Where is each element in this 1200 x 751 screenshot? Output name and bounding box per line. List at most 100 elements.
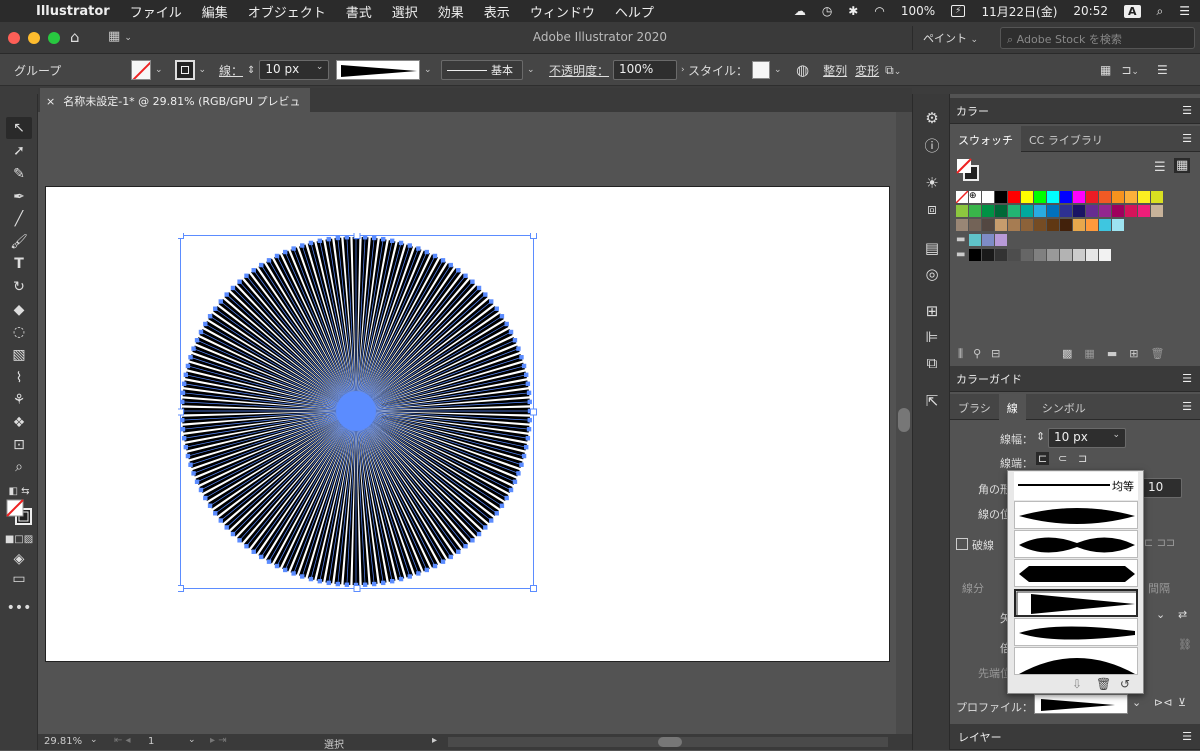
style-dropdown-icon[interactable]: ⌄	[774, 65, 782, 75]
swatch[interactable]	[995, 249, 1007, 261]
search-icon[interactable]: ⌕	[1157, 4, 1164, 19]
artboard-number-input[interactable]: 1	[148, 736, 154, 747]
status-arrow-icon[interactable]: ▸	[432, 735, 437, 746]
layers-panel-header[interactable]: レイヤー ☰	[950, 724, 1200, 750]
swatch[interactable]	[969, 249, 981, 261]
profile-select[interactable]	[1034, 694, 1128, 714]
swatch[interactable]	[982, 219, 994, 231]
color-mode-icons[interactable]: ■□▨	[5, 528, 33, 550]
miter-limit-input[interactable]: 10	[1142, 478, 1182, 498]
transform-button[interactable]: 変形	[855, 62, 879, 79]
time-label[interactable]: 20:52	[1073, 4, 1108, 18]
swatch[interactable]	[1060, 205, 1072, 217]
show-swatch-kinds-icon[interactable]: ⚲	[973, 347, 981, 361]
swatch[interactable]	[1034, 249, 1046, 261]
swatch[interactable]	[1086, 191, 1098, 203]
date-label[interactable]: 11月22日(金)	[981, 3, 1057, 20]
swatch-none[interactable]	[955, 190, 969, 204]
tab-stroke[interactable]: 線	[998, 393, 1026, 420]
stroke-weight-stepper-icon[interactable]: ⇕	[247, 65, 255, 76]
menu-file[interactable]: ファイル	[130, 2, 182, 21]
transparency-panel-icon[interactable]: ◎	[920, 265, 944, 287]
control-center-icon[interactable]: ☰	[1179, 4, 1190, 18]
profile-width-5[interactable]	[1014, 618, 1138, 646]
swatch[interactable]	[1138, 191, 1150, 203]
brush-definition-select[interactable]: 基本	[441, 60, 523, 80]
variable-width-profile-preview[interactable]	[336, 60, 420, 80]
vertical-scrollbar[interactable]	[896, 112, 912, 734]
swatch[interactable]	[995, 234, 1007, 246]
swatch[interactable]	[1034, 205, 1046, 217]
swatch[interactable]	[1112, 219, 1124, 231]
weight-stepper-icon[interactable]: ⇕	[1036, 430, 1045, 443]
stroke-weight-panel-input[interactable]: 10 px ⌄	[1048, 428, 1126, 448]
profile-dropdown-icon[interactable]: ⌄	[424, 65, 432, 75]
swatch[interactable]	[969, 234, 981, 246]
distribute-icon[interactable]: ⊐⌄	[1121, 63, 1139, 77]
curvature-tool-icon[interactable]: ✎	[6, 163, 32, 185]
color-panel-menu-icon[interactable]: ☰	[1182, 104, 1192, 117]
artboard-nav-next-icons[interactable]: ▸ ⇥	[210, 735, 227, 746]
menu-object[interactable]: オブジェクト	[248, 2, 326, 21]
swap-arrowheads-icon[interactable]: ⇄	[1178, 608, 1187, 621]
artboard-dropdown-icon[interactable]: ⌄	[188, 735, 196, 745]
swatch[interactable]	[1086, 249, 1098, 261]
swatch[interactable]	[1099, 219, 1111, 231]
artboard-nav-prev-icons[interactable]: ⇤ ◂	[114, 735, 131, 746]
menu-app[interactable]: Illustrator	[36, 4, 110, 19]
creative-cloud-icon[interactable]: ☁	[794, 4, 806, 18]
swatch[interactable]	[1112, 191, 1124, 203]
swatch[interactable]	[1021, 249, 1033, 261]
radial-lines-artwork[interactable]	[178, 233, 538, 593]
swatch[interactable]	[1021, 219, 1033, 231]
swatch[interactable]	[1073, 205, 1085, 217]
info-panel-icon[interactable]: ⓘ	[920, 135, 944, 157]
pathfinder-panel-icon[interactable]: ⧉	[920, 354, 944, 376]
swatch[interactable]	[1008, 249, 1020, 261]
swatch[interactable]	[1047, 249, 1059, 261]
brush-dropdown-icon[interactable]: ⌄	[527, 65, 535, 75]
swatch[interactable]	[1138, 205, 1150, 217]
profile-width-4-selected[interactable]	[1014, 589, 1138, 617]
thumbnail-view-icon[interactable]: ▦	[1174, 158, 1191, 173]
new-swatch-icon[interactable]: ⊞	[1129, 347, 1138, 360]
flip-across-icon[interactable]: ⊻	[1178, 696, 1186, 709]
swatch[interactable]	[956, 219, 968, 231]
swatch[interactable]	[956, 205, 968, 217]
vertical-scroll-thumb[interactable]	[898, 408, 910, 432]
horizontal-scrollbar[interactable]	[448, 737, 888, 747]
swatch-group-folder-icon[interactable]: ▬	[956, 249, 968, 261]
profile-dropdown-chevron-icon[interactable]: ⌄	[1132, 696, 1141, 709]
close-tab-icon[interactable]: ×	[46, 95, 55, 108]
swatch[interactable]	[1125, 205, 1137, 217]
tab-symbols[interactable]: シンボル	[1034, 394, 1094, 420]
screen-mode-icon[interactable]: ▭	[6, 568, 32, 590]
flip-along-icon[interactable]: ⊳⊲	[1154, 696, 1172, 709]
fill-stroke-indicator[interactable]	[6, 499, 32, 525]
round-cap-icon[interactable]: ⊂	[1058, 452, 1067, 465]
delete-swatch-icon[interactable]: 🗑	[1150, 347, 1164, 360]
document-tab[interactable]: ×名称未設定-1* @ 29.81% (RGB/GPU プレビュー)	[40, 88, 310, 124]
swatch[interactable]	[1099, 205, 1111, 217]
swatch[interactable]	[969, 219, 981, 231]
menu-type[interactable]: 書式	[346, 2, 372, 21]
dash-align-icons[interactable]: ⊏ ⊐⊐	[1144, 536, 1175, 549]
new-group-icon[interactable]: ▬	[1107, 347, 1117, 360]
stroke-weight-input[interactable]: 10 px ⌄	[259, 60, 330, 80]
stroke-dropdown-icon[interactable]: ⌄	[199, 65, 207, 75]
graphic-style-swatch[interactable]	[752, 61, 771, 79]
swatch-libraries-icon[interactable]: ⫼	[958, 347, 963, 361]
swatch[interactable]	[1073, 219, 1085, 231]
swatch[interactable]	[1008, 219, 1020, 231]
export-panel-icon[interactable]: ⇱	[920, 392, 944, 414]
dashed-checkbox[interactable]	[956, 538, 968, 550]
color-guide-header[interactable]: カラーガイド ☰	[950, 366, 1200, 392]
menu-edit[interactable]: 編集	[202, 2, 228, 21]
swatch[interactable]	[1151, 191, 1163, 203]
swatch[interactable]	[982, 205, 994, 217]
profile-width-3[interactable]	[1014, 559, 1138, 587]
eraser-tool-icon[interactable]: ◆	[6, 299, 32, 321]
swatch[interactable]	[982, 191, 994, 203]
swatch[interactable]	[1008, 191, 1020, 203]
swatch-options-icon[interactable]: ⊟	[991, 347, 1000, 361]
